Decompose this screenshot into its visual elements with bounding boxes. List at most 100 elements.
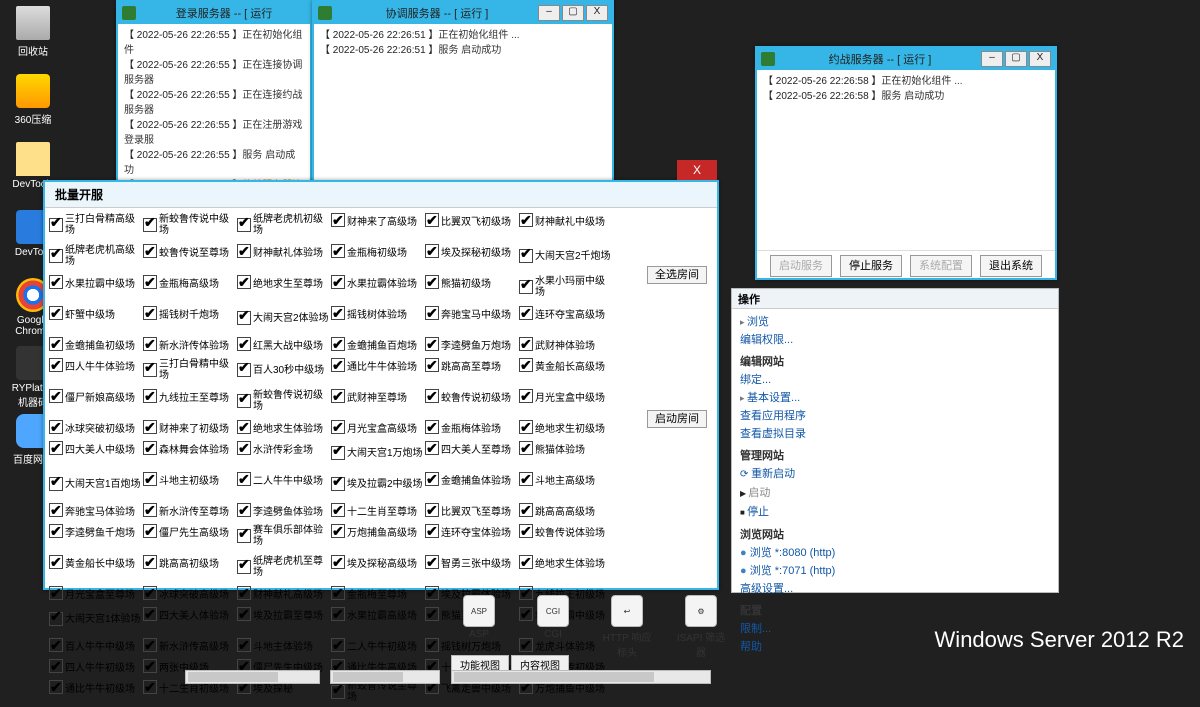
battle-titlebar[interactable]: 约战服务器 -- [ 运行 ] – ▢ X xyxy=(757,48,1055,70)
room-checkbox[interactable]: 僵尸新娘高级场 xyxy=(49,386,141,406)
iis-advanced[interactable]: 高级设置... xyxy=(740,580,1050,598)
room-checkbox[interactable]: 水果拉霸中级场 xyxy=(49,272,141,292)
room-checkbox[interactable]: 冰球突破初级场 xyxy=(49,417,141,437)
room-checkbox[interactable]: 新水浒传至尊场 xyxy=(143,500,235,520)
room-checkbox[interactable]: 三打白骨精中级场 xyxy=(143,355,235,385)
room-checkbox[interactable]: 三打白骨精高级场 xyxy=(49,210,141,240)
room-checkbox[interactable]: 森林舞会体验场 xyxy=(143,438,235,458)
maximize-button[interactable]: ▢ xyxy=(562,5,584,21)
room-checkbox[interactable]: 纸牌老虎机高级场 xyxy=(49,241,141,271)
iis-bind[interactable]: 绑定... xyxy=(740,371,1050,389)
room-checkbox[interactable]: 僵尸先生高级场 xyxy=(143,521,235,541)
room-checkbox[interactable]: 四大美人体验场 xyxy=(143,604,235,624)
room-checkbox[interactable]: 大闹天宫2千炮场 xyxy=(519,241,611,271)
room-checkbox[interactable]: 斗地主体验场 xyxy=(237,635,329,655)
room-checkbox[interactable]: 水浒传彩金场 xyxy=(237,438,329,458)
room-checkbox[interactable]: 埃及拉霸至尊场 xyxy=(237,604,329,624)
room-checkbox[interactable]: 四大美人中级场 xyxy=(49,438,141,458)
room-checkbox[interactable]: 大闹天宫1百炮场 xyxy=(49,469,141,499)
room-checkbox[interactable]: 新水浒传高级场 xyxy=(143,635,235,655)
room-checkbox[interactable]: 虾蟹中级场 xyxy=(49,303,141,323)
room-checkbox[interactable]: 连环夺宝高级场 xyxy=(519,303,611,323)
room-checkbox[interactable]: 四人牛牛初级场 xyxy=(49,656,141,676)
iis-browse[interactable]: 浏览 xyxy=(740,313,1050,331)
room-checkbox[interactable]: 月光宝盒至尊场 xyxy=(49,583,141,603)
room-checkbox[interactable]: 摇钱树体验场 xyxy=(331,303,423,323)
room-checkbox[interactable]: 二人牛牛初级场 xyxy=(331,635,423,655)
desktop-icon-1[interactable]: 360压缩 xyxy=(8,74,58,126)
room-checkbox[interactable]: 纸牌老虎机初级场 xyxy=(237,210,329,240)
room-checkbox[interactable]: 绝地求生初级场 xyxy=(519,417,611,437)
room-checkbox[interactable]: 四大美人至尊场 xyxy=(425,438,517,458)
room-checkbox[interactable]: 水果拉霸高级场 xyxy=(331,604,423,624)
iis-view-app[interactable]: 查看应用程序 xyxy=(740,407,1050,425)
room-checkbox[interactable]: 水果拉霸体验场 xyxy=(331,272,423,292)
room-checkbox[interactable]: 连环夺宝体验场 xyxy=(425,521,517,541)
feature-icon[interactable]: ASPASP xyxy=(451,595,507,659)
batch-close-button[interactable]: X xyxy=(677,160,717,180)
room-checkbox[interactable]: 纸牌老虎机至尊场 xyxy=(237,552,329,582)
room-checkbox[interactable]: 跳高高至尊场 xyxy=(425,355,517,375)
room-checkbox[interactable]: 金蟾捕鱼初级场 xyxy=(49,334,141,354)
close-button[interactable]: X xyxy=(1029,51,1051,67)
select-all-button[interactable]: 全选房间 xyxy=(647,266,707,284)
iis-restart[interactable]: 重新启动 xyxy=(740,465,1050,484)
room-checkbox[interactable]: 二人牛牛中级场 xyxy=(237,469,329,489)
room-checkbox[interactable]: 四人牛牛体验场 xyxy=(49,355,141,375)
feature-icon[interactable]: ⚙ISAPI 筛选器 xyxy=(673,595,729,659)
batch-open-window[interactable]: X 批量开服 全选房间 启动房间 三打白骨精高级场新蛟鲁传说中级场纸牌老虎机初级… xyxy=(43,180,719,590)
iis-browse-7071[interactable]: 浏览 *:7071 (http) xyxy=(740,562,1050,580)
room-checkbox[interactable]: 李逵劈鱼万炮场 xyxy=(425,334,517,354)
room-checkbox[interactable]: 黄金船长高级场 xyxy=(519,355,611,375)
room-checkbox[interactable]: 摇钱树千炮场 xyxy=(143,303,235,323)
room-checkbox[interactable]: 大闹天宫2体验场 xyxy=(237,303,329,333)
desktop-icon-0[interactable]: 回收站 xyxy=(8,6,58,58)
room-checkbox[interactable]: 蛟鲁传说体验场 xyxy=(519,521,611,541)
minimize-button[interactable]: – xyxy=(538,5,560,21)
room-checkbox[interactable]: 奔驰宝马中级场 xyxy=(425,303,517,323)
room-checkbox[interactable]: 跳高高高级场 xyxy=(519,500,611,520)
room-checkbox[interactable]: 红黑大战中级场 xyxy=(237,334,329,354)
iis-basic[interactable]: 基本设置... xyxy=(740,389,1050,407)
battle-start-button[interactable]: 启动服务 xyxy=(770,255,832,277)
room-checkbox[interactable]: 通比牛牛初级场 xyxy=(49,677,141,697)
room-checkbox[interactable]: 埃及探秘高级场 xyxy=(331,552,423,572)
room-checkbox[interactable]: 通比牛牛体验场 xyxy=(331,355,423,375)
room-checkbox[interactable]: 大闹天宫1万炮场 xyxy=(331,438,423,468)
login-titlebar[interactable]: 登录服务器 -- [ 运行 xyxy=(118,2,310,24)
room-checkbox[interactable]: 冰球突破高级场 xyxy=(143,583,235,603)
room-checkbox[interactable]: 绝地求生体验场 xyxy=(237,417,329,437)
room-checkbox[interactable]: 财神献礼高级场 xyxy=(237,583,329,603)
room-checkbox[interactable]: 新蛟鲁传说初级场 xyxy=(237,386,329,416)
room-checkbox[interactable]: 金瓶梅至尊场 xyxy=(331,583,423,603)
iis-view-vd[interactable]: 查看虚拟目录 xyxy=(740,425,1050,443)
room-checkbox[interactable]: 比翼双飞至尊场 xyxy=(425,500,517,520)
iis-edit-perm[interactable]: 编辑权限... xyxy=(740,331,1050,349)
battle-server-window[interactable]: 约战服务器 -- [ 运行 ] – ▢ X 【 2022-05-26 22:26… xyxy=(755,46,1057,280)
hscroll-3[interactable] xyxy=(451,670,711,684)
close-button[interactable]: X xyxy=(586,5,608,21)
room-checkbox[interactable]: 斗地主高级场 xyxy=(519,469,611,489)
room-checkbox[interactable]: 财神献礼中级场 xyxy=(519,210,611,230)
room-checkbox[interactable]: 金瓶梅高级场 xyxy=(143,272,235,292)
room-checkbox[interactable]: 金蟾捕鱼体验场 xyxy=(425,469,517,489)
room-checkbox[interactable]: 十二生肖至尊场 xyxy=(331,500,423,520)
room-checkbox[interactable]: 财神来了高级场 xyxy=(331,210,423,230)
hscroll-1[interactable] xyxy=(185,670,320,684)
room-checkbox[interactable]: 月光宝盒高级场 xyxy=(331,417,423,437)
battle-stop-button[interactable]: 停止服务 xyxy=(840,255,902,277)
room-checkbox[interactable]: 财神献礼体验场 xyxy=(237,241,329,261)
room-checkbox[interactable]: 埃及拉霸2中级场 xyxy=(331,469,423,499)
hscroll-2[interactable] xyxy=(330,670,440,684)
room-checkbox[interactable]: 熊猫体验场 xyxy=(519,438,611,458)
coord-titlebar[interactable]: 协调服务器 -- [ 运行 ] – ▢ X xyxy=(314,2,612,24)
room-checkbox[interactable]: 跳高高初级场 xyxy=(143,552,235,572)
room-checkbox[interactable]: 财神来了初级场 xyxy=(143,417,235,437)
room-checkbox[interactable]: 斗地主初级场 xyxy=(143,469,235,489)
minimize-button[interactable]: – xyxy=(981,51,1003,67)
room-checkbox[interactable]: 赛车俱乐部体验场 xyxy=(237,521,329,551)
room-checkbox[interactable]: 九线拉王至尊场 xyxy=(143,386,235,406)
room-checkbox[interactable]: 大闹天宫1体验场 xyxy=(49,604,141,634)
room-checkbox[interactable]: 黄金船长中级场 xyxy=(49,552,141,572)
iis-start[interactable]: 启动 xyxy=(740,484,1050,503)
